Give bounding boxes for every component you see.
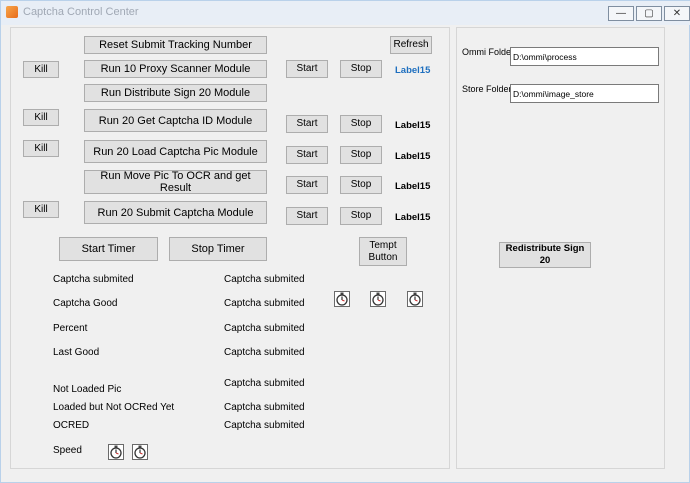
stopwatch-icon [108, 444, 124, 460]
run-submit-captcha-button[interactable]: Run 20 Submit Captcha Module [84, 201, 267, 224]
maximize-button[interactable]: ▢ [636, 6, 662, 21]
stop-load-pic-button[interactable]: Stop [340, 146, 382, 164]
window-title: Captcha Control Center [23, 6, 139, 18]
not-loaded-pic-value: Captcha submited [224, 378, 305, 389]
captcha-good-label: Captcha Good [53, 298, 118, 309]
stopwatch-icon [370, 291, 386, 307]
loaded-not-ocred-label: Loaded but Not OCRed Yet [53, 402, 175, 413]
start-get-id-button[interactable]: Start [286, 115, 328, 133]
captcha-submitted-label: Captcha submited [53, 274, 134, 285]
kill-proxy-button[interactable]: Kill [23, 61, 59, 78]
ocred-value: Captcha submited [224, 420, 305, 431]
loaded-not-ocred-value: Captcha submited [224, 402, 305, 413]
last-good-value: Captcha submited [224, 347, 305, 358]
captcha-submitted-value: Captcha submited [224, 274, 305, 285]
start-proxy-button[interactable]: Start [286, 60, 328, 78]
tempt-button[interactable]: Tempt Button [359, 237, 407, 266]
start-move-pic-button[interactable]: Start [286, 176, 328, 194]
ocred-label: OCRED [53, 420, 90, 431]
run-load-pic-button[interactable]: Run 20 Load Captcha Pic Module [84, 140, 267, 163]
start-timer-button[interactable]: Start Timer [59, 237, 158, 261]
store-folder-input[interactable] [510, 84, 659, 103]
stop-move-pic-button[interactable]: Stop [340, 176, 382, 194]
ommi-folder-label: Ommi Folder [462, 47, 515, 57]
submit-status-label: Label15 [395, 212, 431, 223]
speed-label: Speed [53, 445, 82, 456]
stop-submit-button[interactable]: Stop [340, 207, 382, 225]
run-get-captcha-id-button[interactable]: Run 20 Get Captcha ID Module [84, 109, 267, 132]
run-distribute-button[interactable]: Run Distribute Sign 20 Module [84, 84, 267, 102]
move-pic-status-label: Label15 [395, 181, 431, 192]
stopwatch-icon [132, 444, 148, 460]
close-button[interactable]: ✕ [664, 6, 690, 21]
minimize-button[interactable]: — [608, 6, 634, 21]
not-loaded-pic-label: Not Loaded Pic [53, 384, 122, 395]
last-good-label: Last Good [53, 347, 100, 358]
load-pic-status-label: Label15 [395, 151, 431, 162]
proxy-status-label: Label15 [395, 65, 431, 76]
captcha-good-value: Captcha submited [224, 298, 305, 309]
stop-timer-button[interactable]: Stop Timer [169, 237, 267, 261]
percent-label: Percent [53, 323, 88, 334]
stopwatch-icon [334, 291, 350, 307]
redistribute-sign-button[interactable]: Redistribute Sign 20 [499, 242, 591, 268]
kill-load-pic-button[interactable]: Kill [23, 140, 59, 157]
main-window: Captcha Control Center — ▢ ✕ Kill Kill K… [0, 0, 690, 483]
stop-proxy-button[interactable]: Stop [340, 60, 382, 78]
start-load-pic-button[interactable]: Start [286, 146, 328, 164]
refresh-button[interactable]: Refresh [390, 36, 432, 54]
reset-tracking-button[interactable]: Reset Submit Tracking Number [84, 36, 267, 54]
app-icon [6, 6, 18, 18]
store-folder-label: Store Folder [462, 84, 512, 94]
run-move-pic-button[interactable]: Run Move Pic To OCR and get Result [84, 170, 267, 194]
title-bar: Captcha Control Center — ▢ ✕ [1, 1, 690, 25]
kill-submit-button[interactable]: Kill [23, 201, 59, 218]
percent-value: Captcha submited [224, 323, 305, 334]
stopwatch-icon [407, 291, 423, 307]
run-proxy-scanner-button[interactable]: Run 10 Proxy Scanner Module [84, 60, 267, 78]
get-id-status-label: Label15 [395, 120, 431, 131]
kill-get-id-button[interactable]: Kill [23, 109, 59, 126]
stop-get-id-button[interactable]: Stop [340, 115, 382, 133]
ommi-folder-input[interactable] [510, 47, 659, 66]
start-submit-button[interactable]: Start [286, 207, 328, 225]
